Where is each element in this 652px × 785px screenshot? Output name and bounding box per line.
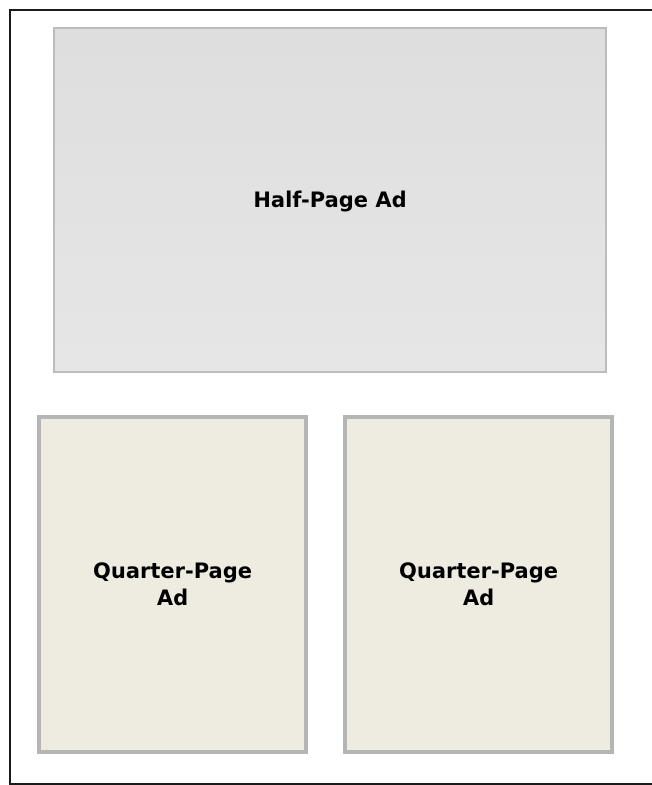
quarter-page-ad-left: Quarter-Page Ad [37,415,308,754]
half-page-ad-label: Half-Page Ad [253,187,407,212]
half-page-ad: Half-Page Ad [53,27,607,373]
quarter-page-ad-left-label: Quarter-Page Ad [93,558,252,610]
quarter-page-ad-right-label: Quarter-Page Ad [399,558,558,610]
quarter-page-ad-right: Quarter-Page Ad [343,415,614,754]
